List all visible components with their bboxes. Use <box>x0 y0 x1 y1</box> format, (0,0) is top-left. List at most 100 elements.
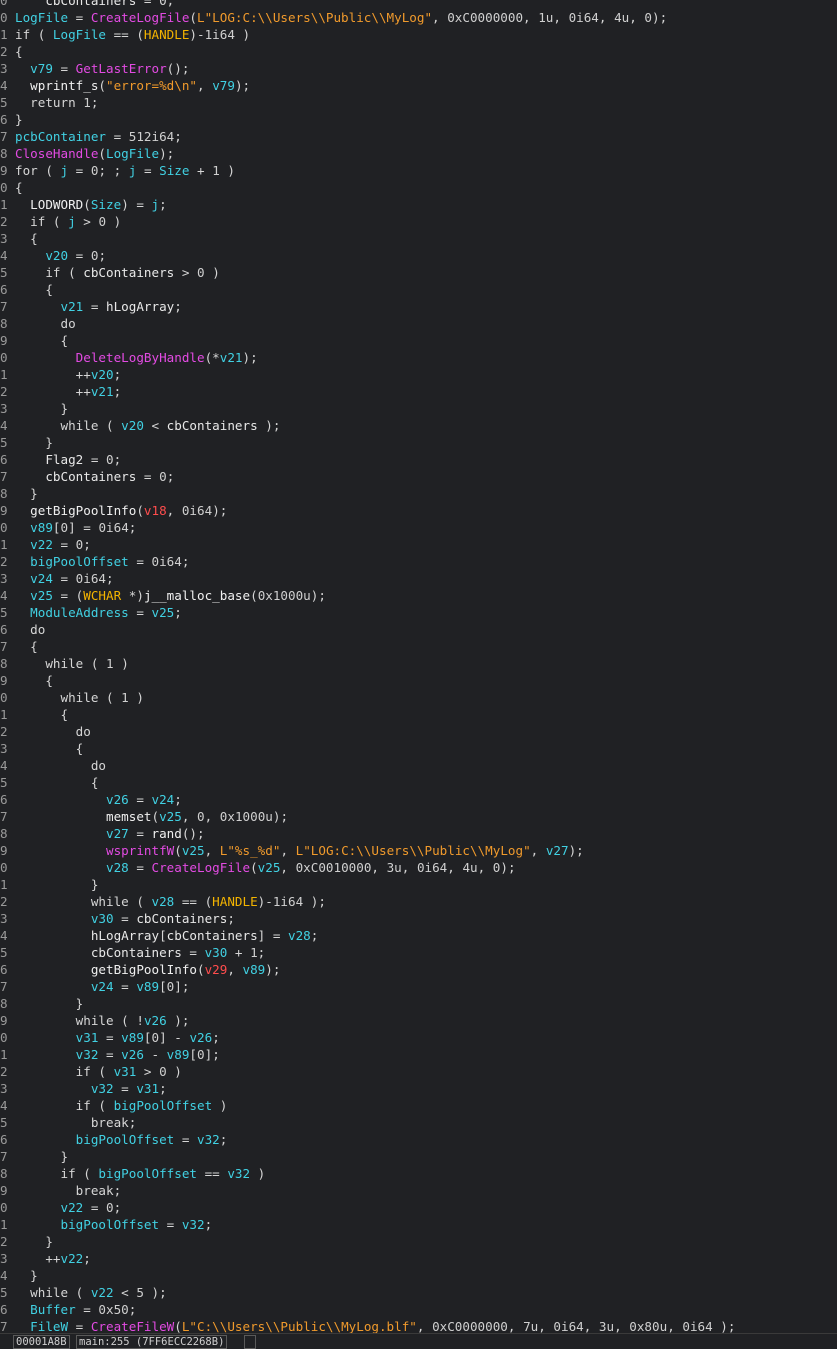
code-token-var[interactable]: v26 <box>121 1047 144 1062</box>
code-token-num[interactable]: 3u <box>599 1319 614 1334</box>
code-token-num[interactable]: 0 <box>152 1030 160 1045</box>
code-token-var[interactable]: v26 <box>144 1013 167 1028</box>
code-token-var[interactable]: v26 <box>189 1030 212 1045</box>
code-token-num[interactable]: 0i64 <box>417 860 447 875</box>
code-text[interactable]: ++v20; <box>15 366 122 383</box>
code-line[interactable]: 4 v20 = 0; <box>0 247 837 264</box>
code-text[interactable]: } <box>15 876 99 893</box>
code-text[interactable]: do <box>15 315 76 332</box>
code-text[interactable]: v31 = v89[0] - v26; <box>15 1029 220 1046</box>
decompiler-code-view[interactable]: 0 cbContainers = 0; 0 LogFile = CreateLogF… <box>0 0 837 1335</box>
code-line[interactable]: 2 if ( v31 > 0 ) <box>0 1063 837 1080</box>
code-token-num[interactable]: 0xC0000000 <box>447 10 523 25</box>
code-line[interactable]: 4 while ( v20 < cbContainers ); <box>0 417 837 434</box>
code-text[interactable]: break; <box>15 1114 137 1131</box>
code-text[interactable]: while ( !v26 ); <box>15 1012 190 1029</box>
code-token-num[interactable]: 512i64 <box>129 129 175 144</box>
code-line[interactable]: 7 v24 = v89[0]; <box>0 978 837 995</box>
code-line[interactable]: 5 cbContainers = v30 + 1; <box>0 944 837 961</box>
code-token-var[interactable]: j <box>68 214 76 229</box>
code-text[interactable]: v25 = (WCHAR *)j__malloc_base(0x1000u); <box>15 587 326 604</box>
code-text[interactable]: DeleteLogByHandle(*v21); <box>15 349 258 366</box>
code-token-func[interactable]: CreateFileW <box>91 1319 174 1334</box>
code-text[interactable]: do <box>15 621 45 638</box>
code-line[interactable]: 3 { <box>0 740 837 757</box>
code-token-kw[interactable]: if <box>61 1166 76 1181</box>
code-token-num[interactable]: 4u <box>614 10 629 25</box>
code-text[interactable]: { <box>15 672 53 689</box>
code-line[interactable]: 8 } <box>0 485 837 502</box>
code-line[interactable]: 7 cbContainers = 0; <box>0 468 837 485</box>
code-token-kw[interactable]: do <box>76 724 91 739</box>
code-token-warn[interactable]: v29 <box>205 962 228 977</box>
code-token-var[interactable]: v24 <box>30 571 53 586</box>
code-token-num[interactable]: 0i64 <box>98 520 128 535</box>
code-token-var[interactable]: Size <box>91 197 121 212</box>
code-token-num[interactable]: 0 <box>197 265 205 280</box>
code-token-var[interactable]: v24 <box>152 792 175 807</box>
code-token-num[interactable]: 3u <box>387 860 402 875</box>
code-token-num[interactable]: 0 <box>106 1200 114 1215</box>
code-token-var[interactable]: v79 <box>30 61 53 76</box>
code-line[interactable]: 9 getBigPoolInfo(v18, 0i64); <box>0 502 837 519</box>
code-text[interactable]: { <box>15 706 68 723</box>
code-token-kw[interactable]: for <box>15 163 38 178</box>
code-line[interactable]: 2 bigPoolOffset = 0i64; <box>0 553 837 570</box>
code-token-kw[interactable]: return <box>30 95 76 110</box>
code-token-num[interactable]: 1 <box>83 95 91 110</box>
code-token-num[interactable]: 1 <box>106 656 114 671</box>
code-text[interactable]: } <box>15 995 84 1012</box>
code-text[interactable]: v22 = 0; <box>15 536 91 553</box>
code-line[interactable]: 0{ <box>0 179 837 196</box>
code-token-var[interactable]: v28 <box>106 860 129 875</box>
code-line[interactable]: 0 cbContainers = 0; <box>0 0 837 9</box>
code-line[interactable]: 9 break; <box>0 1182 837 1199</box>
code-token-var[interactable]: v89 <box>121 1030 144 1045</box>
code-token-str[interactable]: L"C:\\Users\\Public\\MyLog.blf" <box>182 1319 417 1334</box>
code-token-var[interactable]: v27 <box>106 826 129 841</box>
code-token-ident[interactable]: cbContainers <box>45 0 136 8</box>
code-line[interactable]: 1 { <box>0 706 837 723</box>
code-token-func[interactable]: CloseHandle <box>15 146 98 161</box>
code-line[interactable]: 4 v25 = (WCHAR *)j__malloc_base(0x1000u)… <box>0 587 837 604</box>
code-line[interactable]: 0 v28 = CreateLogFile(v25, 0xC0010000, 3… <box>0 859 837 876</box>
code-line[interactable]: 6 getBigPoolInfo(v29, v89); <box>0 961 837 978</box>
code-line[interactable]: 9 wsprintfW(v25, L"%s_%d", L"LOG:C:\\Use… <box>0 842 837 859</box>
code-token-var[interactable]: v28 <box>152 894 175 909</box>
code-text[interactable]: Flag2 = 0; <box>15 451 121 468</box>
code-token-lib[interactable]: rand <box>152 826 182 841</box>
code-token-var[interactable]: v25 <box>182 843 205 858</box>
code-token-kw[interactable]: if <box>76 1098 91 1113</box>
code-token-num[interactable]: 0i64 <box>182 503 212 518</box>
code-line[interactable]: 7 memset(v25, 0, 0x1000u); <box>0 808 837 825</box>
code-text[interactable]: cbContainers = 0; <box>15 468 174 485</box>
code-token-num[interactable]: 0 <box>106 452 114 467</box>
code-token-var[interactable]: v22 <box>30 537 53 552</box>
code-token-str[interactable]: L"%s_%d" <box>220 843 281 858</box>
code-text[interactable]: v20 = 0; <box>15 247 106 264</box>
code-text[interactable]: wsprintfW(v25, L"%s_%d", L"LOG:C:\\Users… <box>15 842 584 859</box>
code-line[interactable]: 6 v26 = v24; <box>0 791 837 808</box>
code-text[interactable]: v28 = CreateLogFile(v25, 0xC0010000, 3u,… <box>15 859 516 876</box>
code-token-lib[interactable]: LODWORD <box>30 197 83 212</box>
code-token-var[interactable]: v28 <box>288 928 311 943</box>
code-token-var[interactable]: FileW <box>30 1319 68 1334</box>
code-text[interactable]: } <box>15 111 23 128</box>
code-token-ident[interactable]: cbContainers <box>167 928 258 943</box>
code-line[interactable]: 8 if ( bigPoolOffset == v32 ) <box>0 1165 837 1182</box>
code-token-var[interactable]: v32 <box>227 1166 250 1181</box>
code-token-lib[interactable]: memset <box>106 809 152 824</box>
code-line[interactable]: 9 { <box>0 332 837 349</box>
code-token-ident[interactable] <box>15 0 45 8</box>
code-token-var[interactable]: v89 <box>243 962 266 977</box>
code-token-str[interactable]: L"LOG:C:\\Users\\Public\\MyLog" <box>296 843 531 858</box>
code-token-kw[interactable]: do <box>91 758 106 773</box>
code-line[interactable]: 6 bigPoolOffset = v32; <box>0 1131 837 1148</box>
code-token-var[interactable]: v22 <box>61 1200 84 1215</box>
code-line[interactable]: 5 ModuleAddress = v25; <box>0 604 837 621</box>
code-line[interactable]: 7 } <box>0 1148 837 1165</box>
code-token-var[interactable]: v22 <box>91 1285 114 1300</box>
code-token-var[interactable]: bigPoolOffset <box>114 1098 213 1113</box>
code-token-num[interactable]: 0i64 <box>152 554 182 569</box>
code-token-num[interactable]: 0x50 <box>98 1302 128 1317</box>
